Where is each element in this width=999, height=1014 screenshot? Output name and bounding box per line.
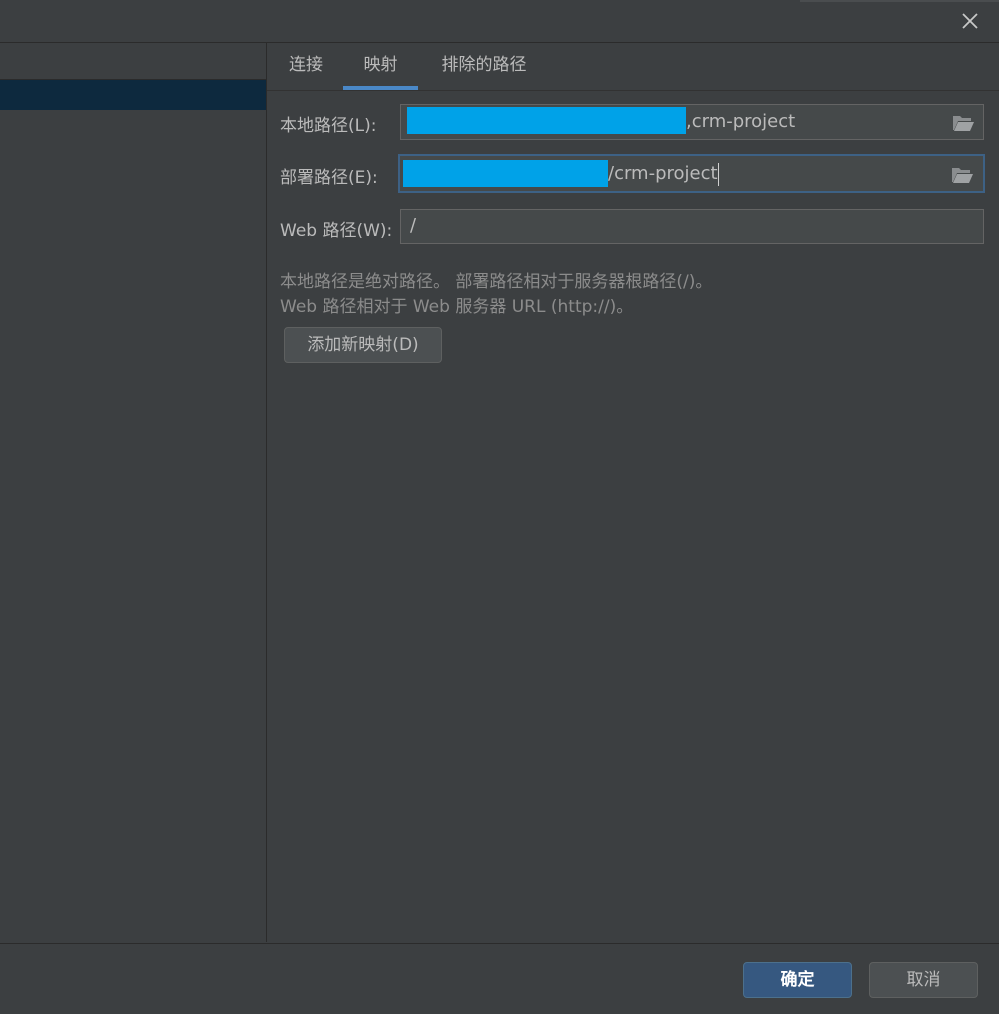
cancel-button[interactable]: 取消 bbox=[869, 962, 978, 998]
close-icon bbox=[962, 13, 978, 29]
redacted-path-segment bbox=[407, 107, 686, 134]
server-list-item-selected[interactable] bbox=[0, 80, 266, 110]
local-path-field[interactable]: ,crm-project bbox=[400, 104, 984, 140]
local-path-value: ,crm-project bbox=[686, 111, 796, 132]
web-path-value: / bbox=[410, 215, 417, 236]
tab-mappings[interactable]: 映射 bbox=[343, 43, 418, 90]
deployment-dialog: 连接 映射 排除的路径 本地路径(L): ,crm-project 部署路径(E… bbox=[0, 0, 999, 1014]
text-caret bbox=[718, 163, 719, 186]
help-text-line-2: Web 路径相对于 Web 服务器 URL (http://)。 bbox=[280, 297, 634, 317]
tab-connection[interactable]: 连接 bbox=[279, 43, 333, 88]
local-path-label: 本地路径(L): bbox=[280, 116, 377, 136]
deploy-path-value: /crm-project bbox=[608, 163, 718, 184]
deploy-path-label: 部署路径(E): bbox=[280, 168, 378, 188]
server-list-toolbar bbox=[0, 43, 266, 80]
tab-excluded-paths[interactable]: 排除的路径 bbox=[429, 43, 539, 88]
add-mapping-button[interactable]: 添加新映射(D) bbox=[284, 327, 442, 363]
title-bar bbox=[0, 0, 999, 43]
config-tabs: 连接 映射 排除的路径 bbox=[267, 43, 999, 91]
folder-open-icon[interactable] bbox=[950, 164, 974, 184]
folder-open-icon[interactable] bbox=[951, 112, 975, 132]
close-button[interactable] bbox=[957, 8, 983, 34]
redacted-path-segment bbox=[403, 160, 608, 187]
ok-button[interactable]: 确定 bbox=[743, 962, 852, 998]
title-bar-edge bbox=[800, 0, 999, 2]
server-config-panel: 连接 映射 排除的路径 本地路径(L): ,crm-project 部署路径(E… bbox=[267, 43, 999, 942]
web-path-field[interactable]: / bbox=[400, 209, 984, 244]
dialog-footer: 确定 取消 bbox=[0, 943, 999, 1014]
web-path-label: Web 路径(W): bbox=[280, 221, 393, 241]
deploy-path-field[interactable]: /crm-project bbox=[398, 154, 985, 193]
server-list-panel bbox=[0, 43, 267, 942]
help-text-line-1: 本地路径是绝对路径。 部署路径相对于服务器根路径(/)。 bbox=[280, 272, 713, 292]
